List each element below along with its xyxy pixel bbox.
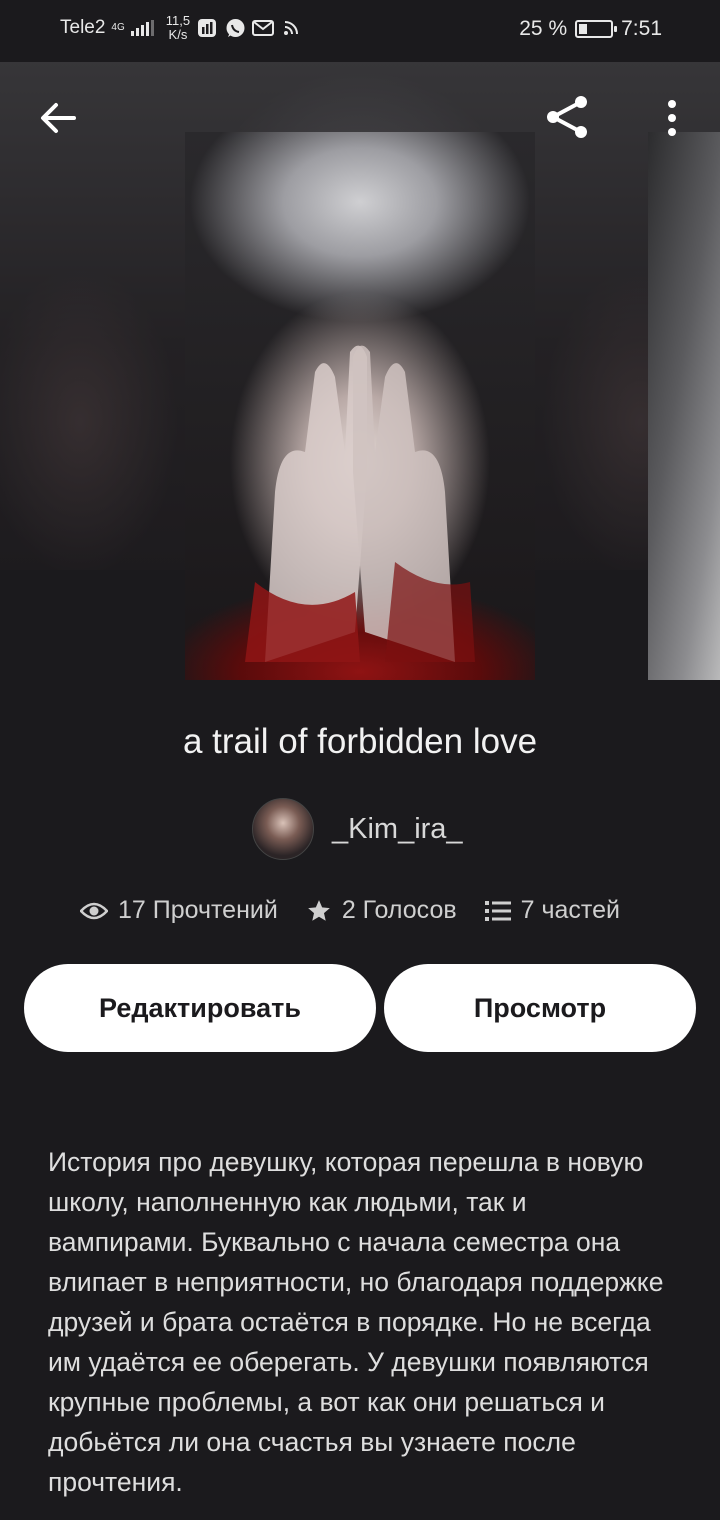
- story-title: a trail of forbidden love: [182, 722, 538, 761]
- more-options-button[interactable]: [650, 94, 694, 142]
- story-stats: 17 Прочтений 2 Голосов 7 частей: [80, 896, 620, 925]
- status-bar: Tele2 4G 11,5 K/s 25 % 7:51: [0, 0, 720, 62]
- status-bar-left: Tele2 4G 11,5 K/s: [60, 14, 302, 42]
- next-story-cover[interactable]: [648, 132, 720, 680]
- reads-stat: 17 Прочтений: [80, 896, 278, 925]
- preview-button[interactable]: Просмотр: [384, 964, 696, 1052]
- stats-icon: [196, 17, 218, 39]
- network-type: 4G: [111, 22, 125, 33]
- more-vertical-icon: [668, 100, 676, 136]
- carrier-name: Tele2: [60, 17, 106, 38]
- story-description: История про девушку, которая перешла в н…: [48, 1147, 664, 1497]
- cover-artwork: [245, 345, 475, 662]
- author-name[interactable]: _Kim_ira_: [332, 813, 463, 846]
- whatsapp-icon: [224, 17, 246, 39]
- parts-stat: 7 частей: [484, 896, 620, 925]
- network-speed: 11,5 K/s: [166, 14, 190, 42]
- votes-count: 2 Голосов: [341, 896, 457, 924]
- edit-button[interactable]: Редактировать: [24, 964, 376, 1052]
- parts-count: 7 частей: [520, 896, 620, 924]
- status-bar-right: 25 % 7:51: [519, 17, 662, 41]
- share-icon: [547, 96, 587, 138]
- wifi-icon: [280, 17, 302, 39]
- back-button[interactable]: [34, 94, 82, 142]
- clock: 7:51: [621, 17, 662, 40]
- arrow-left-icon: [41, 103, 76, 133]
- mail-icon: [252, 17, 275, 39]
- eye-icon: [80, 902, 108, 919]
- votes-stat: 2 Голосов: [306, 896, 457, 925]
- signal-icon: [130, 20, 154, 36]
- network-speed-unit: K/s: [168, 27, 188, 42]
- battery-fill: [579, 24, 587, 34]
- battery-icon: [575, 20, 618, 38]
- share-button[interactable]: [540, 90, 594, 144]
- star-icon: [307, 899, 330, 921]
- network-speed-value: 11,5: [165, 13, 191, 28]
- author-row[interactable]: _Kim_ira_: [252, 798, 463, 860]
- story-cover-image[interactable]: [185, 132, 535, 680]
- reads-count: 17 Прочтений: [118, 896, 278, 924]
- list-icon: [484, 900, 511, 921]
- battery-percent: 25 %: [519, 17, 568, 40]
- author-avatar[interactable]: [252, 798, 314, 860]
